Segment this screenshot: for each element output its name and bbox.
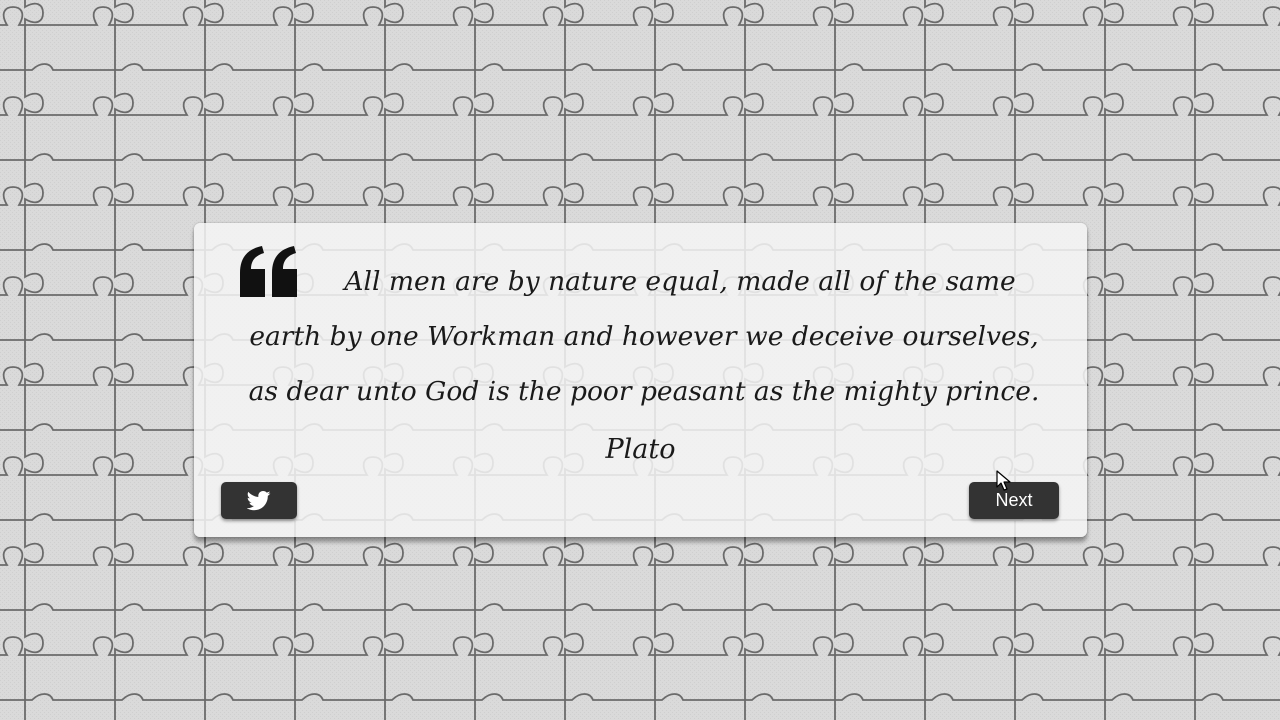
quote-text: All men are by nature equal, made all of… (248, 266, 1040, 407)
quote-card: All men are by nature equal, made all of… (194, 223, 1087, 537)
twitter-bird-icon (247, 490, 271, 510)
quote-author: Plato (605, 434, 676, 465)
next-button[interactable]: Next (969, 482, 1059, 519)
tweet-button[interactable] (221, 482, 297, 519)
